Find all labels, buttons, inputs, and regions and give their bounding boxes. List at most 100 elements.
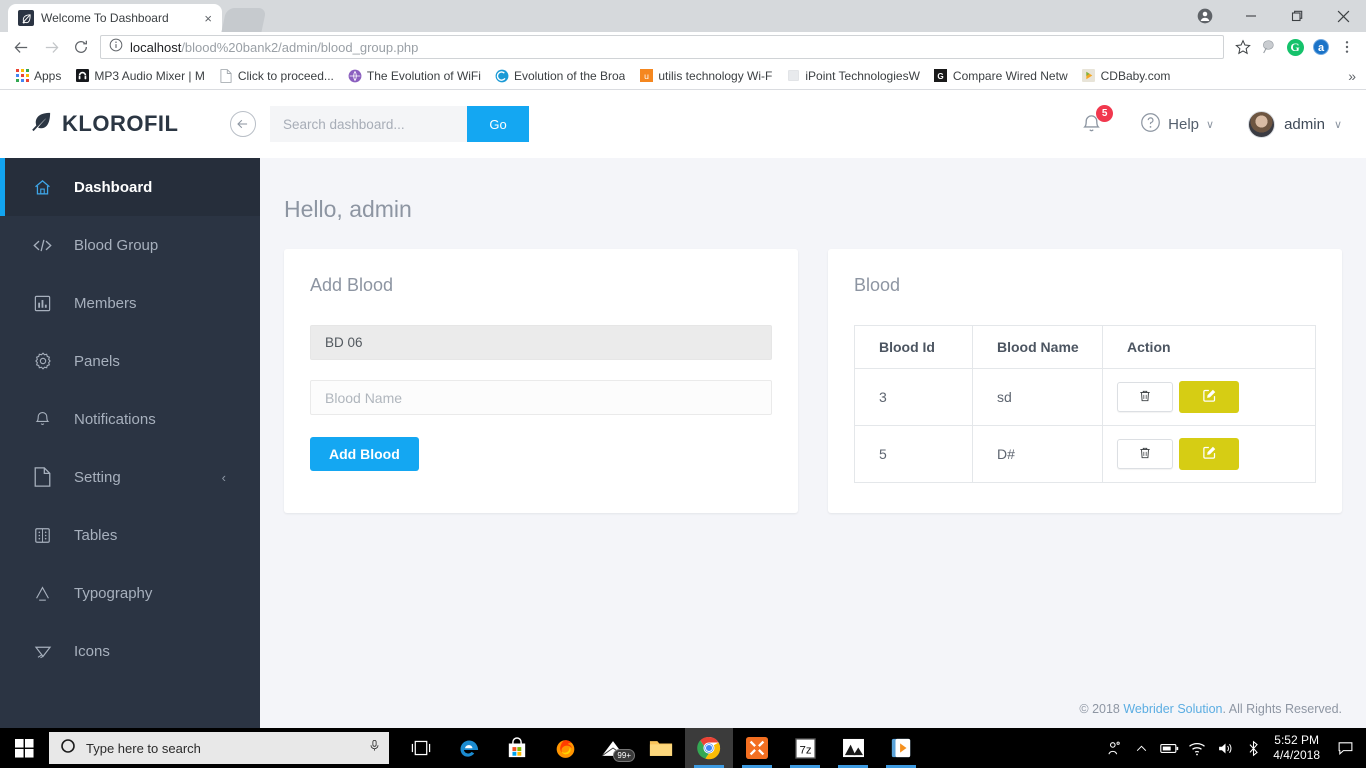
search-input[interactable] [270, 106, 467, 142]
start-button[interactable] [0, 728, 48, 768]
cell-action [1102, 425, 1316, 483]
7zip-icon[interactable]: 7z [781, 728, 829, 768]
sidebar-item-notifications[interactable]: Notifications [0, 390, 260, 448]
help-menu[interactable]: Help ∨ [1140, 112, 1214, 137]
bookmarks-bar: Apps MP3 Audio Mixer | M Click to procee… [0, 62, 1366, 90]
bookmark-utilis-technology[interactable]: u utilis technology Wi-F [632, 67, 779, 85]
address-bar[interactable]: localhost/blood%20bank2/admin/blood_grou… [100, 35, 1224, 59]
chrome-icon[interactable] [685, 728, 733, 768]
firefox-icon[interactable] [541, 728, 589, 768]
maximize-button[interactable] [1274, 0, 1320, 32]
browser-menu-icon[interactable] [1334, 34, 1360, 60]
blood-name-input[interactable] [310, 380, 772, 415]
svg-text:G: G [938, 72, 944, 81]
svg-text:7z: 7z [799, 744, 811, 756]
back-button[interactable] [6, 33, 36, 61]
bookmark-mp3-audio-mixer[interactable]: MP3 Audio Mixer | M [68, 67, 211, 85]
notifications-button[interactable]: 5 [1080, 105, 1114, 139]
taskbar-clock[interactable]: 5:52 PM 4/4/2018 [1267, 733, 1330, 763]
bookmark-compare-wired-networks[interactable]: G Compare Wired Netw [927, 67, 1075, 85]
sidebar-item-dashboard[interactable]: Dashboard [0, 158, 260, 216]
photos-icon[interactable] [829, 728, 877, 768]
xampp-icon[interactable] [733, 728, 781, 768]
microsoft-store-icon[interactable] [493, 728, 541, 768]
delete-button[interactable] [1117, 439, 1173, 469]
sidebar-item-label: Typography [74, 584, 153, 602]
sidebar-item-label: Members [74, 294, 137, 312]
edit-square-icon [1202, 388, 1217, 406]
delete-button[interactable] [1117, 382, 1173, 412]
sidebar-item-blood-group[interactable]: Blood Group [0, 216, 260, 274]
bookmark-label: Click to proceed... [237, 68, 334, 83]
main-content: Hello, admin Add Blood BD 06 Add Blood B… [260, 158, 1366, 728]
sidebar-item-typography[interactable]: Typography [0, 564, 260, 622]
site-info-icon[interactable] [109, 38, 123, 57]
bookmark-cdbaby[interactable]: CDBaby.com [1075, 67, 1178, 85]
new-tab-button[interactable] [221, 8, 267, 32]
bluetooth-icon[interactable] [1239, 728, 1267, 768]
sidebar-item-tables[interactable]: Tables [0, 506, 260, 564]
cards-row: Add Blood BD 06 Add Blood Blood Blood Id [284, 249, 1342, 513]
grammarly-letter: G [1286, 38, 1304, 56]
bookmarks-overflow-icon[interactable]: » [1348, 68, 1356, 84]
sidebar-item-members[interactable]: Members [0, 274, 260, 332]
footer-suffix: . All Rights Reserved. [1222, 702, 1343, 716]
task-view-icon[interactable] [397, 728, 445, 768]
help-circle-icon [1140, 112, 1161, 137]
show-hidden-icons-chevron[interactable] [1127, 728, 1155, 768]
forward-button[interactable] [36, 33, 66, 61]
volume-icon[interactable] [1211, 728, 1239, 768]
bookmark-evolution-of-broadband[interactable]: Evolution of the Broa [488, 67, 632, 85]
bookmark-apps[interactable]: Apps [8, 67, 68, 85]
footer-link[interactable]: Webrider Solution [1123, 702, 1222, 716]
bookmark-label: iPoint TechnologiesW [805, 68, 920, 83]
bookmark-evolution-of-wifi[interactable]: The Evolution of WiFi [341, 67, 488, 85]
bookmark-star-icon[interactable] [1230, 34, 1256, 60]
people-icon[interactable] [1099, 728, 1127, 768]
search-go-button[interactable]: Go [467, 106, 529, 142]
sidebar-item-icons[interactable]: Icons [0, 622, 260, 680]
battery-icon[interactable] [1155, 728, 1183, 768]
pin-extension-icon[interactable] [1256, 34, 1282, 60]
sidebar-item-setting[interactable]: Setting ‹ [0, 448, 260, 506]
file-explorer-icon[interactable] [637, 728, 685, 768]
close-window-button[interactable] [1320, 0, 1366, 32]
sidebar-item-label: Notifications [74, 410, 156, 428]
minimize-button[interactable] [1228, 0, 1274, 32]
bookmark-ipoint-technologies[interactable]: iPoint TechnologiesW [779, 67, 927, 85]
add-blood-panel: Add Blood BD 06 Add Blood [284, 249, 798, 513]
browser-window: Welcome To Dashboard × localhost/blood%2… [0, 0, 1366, 728]
edge-icon[interactable] [445, 728, 493, 768]
chevron-down-icon: ∨ [1333, 118, 1342, 131]
edit-button[interactable] [1179, 438, 1239, 470]
wifi-icon[interactable] [1183, 728, 1211, 768]
user-menu[interactable]: admin ∨ [1248, 110, 1342, 138]
system-tray: 5:52 PM 4/4/2018 [1099, 728, 1366, 768]
brand[interactable]: KLOROFIL [30, 110, 230, 138]
action-center-icon[interactable] [1330, 728, 1360, 768]
apps-grid-icon [15, 69, 29, 83]
chevron-left-icon: ‹ [221, 469, 226, 485]
edit-button[interactable] [1179, 381, 1239, 413]
profile-icon[interactable] [1182, 0, 1228, 32]
tab-close-icon[interactable]: × [202, 12, 214, 25]
sidebar-collapse-button[interactable] [230, 111, 256, 137]
reload-button[interactable] [66, 33, 96, 61]
microphone-icon[interactable] [368, 738, 381, 758]
sidebar: Dashboard Blood Group Members Panels Not… [0, 158, 260, 728]
media-player-icon[interactable] [877, 728, 925, 768]
code-icon [32, 235, 53, 256]
taskbar-search-box[interactable]: Type here to search [49, 732, 389, 764]
google-g-icon: G [934, 69, 948, 83]
browser-tab[interactable]: Welcome To Dashboard × [8, 4, 222, 32]
mail-icon[interactable]: 99+ [589, 728, 637, 768]
clock-time: 5:52 PM [1274, 733, 1319, 747]
page-viewport: KLOROFIL Go 5 Help ∨ [0, 90, 1366, 728]
grammarly-icon[interactable]: G [1282, 34, 1308, 60]
clock-date: 4/4/2018 [1273, 748, 1320, 762]
bookmark-label: utilis technology Wi-F [658, 68, 773, 83]
add-blood-button[interactable]: Add Blood [310, 437, 419, 471]
bookmark-click-to-proceed[interactable]: Click to proceed... [212, 67, 341, 85]
adblock-icon[interactable]: a [1308, 34, 1334, 60]
sidebar-item-panels[interactable]: Panels [0, 332, 260, 390]
